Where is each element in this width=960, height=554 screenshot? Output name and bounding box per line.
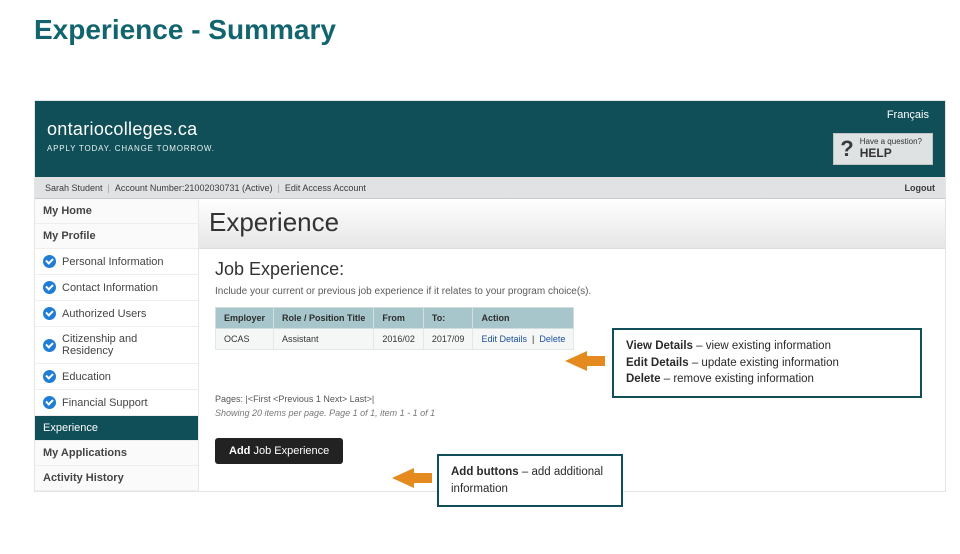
sidebar-item-label: Contact Information: [62, 282, 158, 294]
col-action: Action: [473, 308, 574, 329]
brand-tagline: APPLY TODAY. CHANGE TOMORROW.: [47, 144, 215, 153]
experience-table: Employer Role / Position Title From To: …: [215, 307, 574, 350]
sidebar-item-my-home[interactable]: My Home: [35, 199, 198, 224]
callout-bold: Edit Details: [626, 357, 689, 369]
cell-from: 2016/02: [374, 329, 424, 350]
help-big: HELP: [860, 147, 922, 160]
sidebar-item-citizenship[interactable]: Citizenship and Residency: [35, 327, 198, 364]
col-employer: Employer: [216, 308, 274, 329]
language-link[interactable]: Français: [887, 109, 929, 121]
sidebar-item-my-applications[interactable]: My Applications: [35, 441, 198, 466]
separator: |: [108, 183, 110, 193]
cell-role: Assistant: [274, 329, 374, 350]
table-row: OCAS Assistant 2016/02 2017/09 Edit Deta…: [216, 329, 574, 350]
check-icon: [43, 339, 56, 352]
cell-to: 2017/09: [423, 329, 473, 350]
check-icon: [43, 307, 56, 320]
question-mark-icon: ?: [840, 138, 853, 160]
cell-employer: OCAS: [216, 329, 274, 350]
sidebar-item-label: Personal Information: [62, 256, 164, 268]
col-to: To:: [423, 308, 473, 329]
table-header-row: Employer Role / Position Title From To: …: [216, 308, 574, 329]
sidebar-item-label: Financial Support: [62, 397, 148, 409]
slide-title: Experience - Summary: [34, 14, 960, 46]
sidebar-item-label: Authorized Users: [62, 308, 146, 320]
app-screenshot: Français ontariocolleges.ca APPLY TODAY.…: [34, 100, 946, 492]
sidebar-item-label: Citizenship and Residency: [62, 333, 190, 357]
section-description: Include your current or previous job exp…: [215, 286, 929, 297]
callout-bold: Delete: [626, 373, 661, 385]
callout-actions: View Details – view existing information…: [612, 328, 922, 398]
edit-access-link[interactable]: Edit Access Account: [285, 183, 366, 193]
callout-text: – view existing information: [693, 340, 831, 352]
help-text: Have a question? HELP: [860, 138, 922, 160]
callout-bold: View Details: [626, 340, 693, 352]
callout-text: – remove existing information: [661, 373, 814, 385]
add-job-experience-button[interactable]: Add Job Experience: [215, 438, 343, 464]
callout-text: – update existing information: [689, 357, 839, 369]
help-button[interactable]: ? Have a question? HELP: [833, 133, 933, 165]
page-title: Experience: [199, 199, 945, 249]
sidebar-item-my-profile[interactable]: My Profile: [35, 224, 198, 249]
arrow-icon: [392, 468, 414, 488]
sidebar: My Home My Profile Personal Information …: [35, 199, 199, 491]
sidebar-item-education[interactable]: Education: [35, 364, 198, 390]
check-icon: [43, 281, 56, 294]
delete-link[interactable]: Delete: [539, 334, 565, 344]
cell-action: Edit Details | Delete: [473, 329, 574, 350]
sidebar-item-contact-info[interactable]: Contact Information: [35, 275, 198, 301]
col-from: From: [374, 308, 424, 329]
callout-bold: Add buttons: [451, 466, 519, 478]
account-number: 21002030731: [184, 183, 239, 193]
logout-link[interactable]: Logout: [905, 183, 936, 193]
callout-add: Add buttons – add additional information: [437, 454, 623, 507]
check-icon: [43, 396, 56, 409]
account-bar: Sarah Student | Account Number: 21002030…: [35, 177, 945, 199]
account-name: Sarah Student: [45, 183, 103, 193]
sidebar-item-financial-support[interactable]: Financial Support: [35, 390, 198, 416]
brand-name: ontariocolleges.ca: [47, 119, 215, 140]
section-title: Job Experience:: [215, 259, 929, 280]
sidebar-item-authorized-users[interactable]: Authorized Users: [35, 301, 198, 327]
check-icon: [43, 255, 56, 268]
edit-details-link[interactable]: Edit Details: [481, 334, 527, 344]
arrow-icon: [565, 351, 587, 371]
sidebar-item-personal-info[interactable]: Personal Information: [35, 249, 198, 275]
account-status: (Active): [242, 183, 273, 193]
brand: ontariocolleges.ca APPLY TODAY. CHANGE T…: [47, 119, 215, 153]
sidebar-item-activity-history[interactable]: Activity History: [35, 466, 198, 491]
sidebar-item-experience[interactable]: Experience: [35, 416, 198, 441]
add-btn-rest: Job Experience: [253, 445, 329, 457]
check-icon: [43, 370, 56, 383]
sidebar-item-label: Education: [62, 371, 111, 383]
account-number-label: Account Number:: [115, 183, 185, 193]
app-header: Français ontariocolleges.ca APPLY TODAY.…: [35, 101, 945, 177]
pager-summary: Showing 20 items per page. Page 1 of 1, …: [215, 408, 929, 418]
separator: |: [278, 183, 280, 193]
col-role: Role / Position Title: [274, 308, 374, 329]
add-btn-prefix: Add: [229, 445, 253, 457]
